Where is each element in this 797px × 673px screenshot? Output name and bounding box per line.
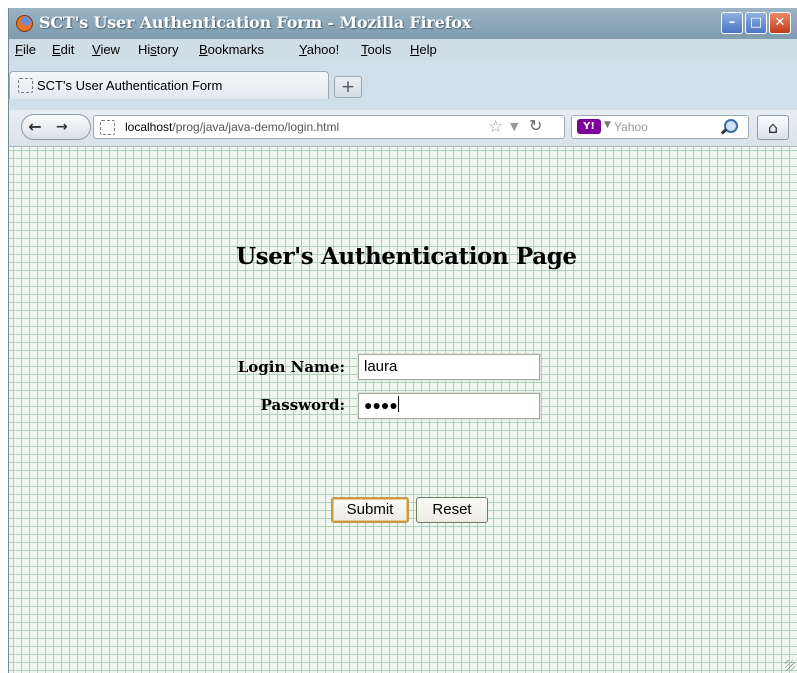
- history-dropdown-icon[interactable]: ▼: [510, 120, 518, 133]
- menu-bar: File Edit View History Bookmarks Yahoo! …: [9, 39, 797, 60]
- login-name-input[interactable]: laura: [357, 353, 541, 381]
- tab-strip: SCT's User Authentication Form +: [9, 60, 797, 110]
- search-placeholder[interactable]: Yahoo: [614, 120, 648, 134]
- url-text[interactable]: localhost/prog/java/java-demo/login.html: [125, 120, 339, 134]
- maximize-button[interactable]: □: [745, 12, 767, 34]
- yahoo-engine-icon[interactable]: Y!: [577, 119, 601, 134]
- url-bar[interactable]: localhost/prog/java/java-demo/login.html…: [93, 115, 565, 139]
- site-identity-icon[interactable]: [100, 120, 115, 135]
- menu-yahoo[interactable]: Yahoo!: [299, 42, 339, 57]
- password-input[interactable]: ●●●●: [357, 392, 541, 420]
- back-arrow-icon[interactable]: ←: [24, 116, 46, 138]
- reload-icon[interactable]: ↻: [529, 116, 542, 135]
- engine-dropdown-icon[interactable]: ▼: [604, 120, 611, 130]
- menu-history[interactable]: History: [138, 42, 178, 57]
- menu-file[interactable]: File: [15, 42, 36, 57]
- menu-view[interactable]: View: [92, 42, 120, 57]
- resize-grip[interactable]: [785, 660, 795, 670]
- menu-edit[interactable]: Edit: [52, 42, 74, 57]
- firefox-logo-icon: [16, 15, 33, 32]
- bookmark-star-icon[interactable]: ☆: [488, 117, 503, 137]
- navigation-bar: ← → localhost/prog/java/java-demo/login.…: [9, 110, 797, 147]
- menu-tools[interactable]: Tools: [361, 42, 391, 57]
- window-title: SCT's User Authentication Form - Mozilla…: [39, 13, 472, 32]
- submit-button[interactable]: Submit: [331, 497, 409, 523]
- reset-button[interactable]: Reset: [416, 497, 488, 523]
- home-button[interactable]: ⌂: [757, 115, 789, 140]
- menu-bookmarks[interactable]: Bookmarks: [199, 42, 264, 57]
- search-bar[interactable]: Y! ▼ Yahoo: [571, 115, 749, 139]
- page-heading: User's Authentication Page: [236, 243, 577, 270]
- back-forward-group: ← →: [21, 114, 91, 140]
- close-button[interactable]: ✕: [769, 12, 791, 34]
- login-name-label: Login Name:: [237, 358, 345, 376]
- title-bar[interactable]: SCT's User Authentication Form - Mozilla…: [9, 8, 797, 39]
- new-tab-button[interactable]: +: [334, 76, 362, 98]
- page-content: User's Authentication Page Login Name: l…: [9, 147, 797, 673]
- search-icon[interactable]: [724, 119, 738, 133]
- password-label: Password:: [260, 396, 345, 414]
- password-mask: ●●●●: [364, 397, 398, 413]
- forward-arrow-icon[interactable]: →: [56, 119, 68, 135]
- home-icon: ⌂: [767, 118, 779, 137]
- tab-title: SCT's User Authentication Form: [37, 78, 223, 93]
- tab-active[interactable]: SCT's User Authentication Form: [9, 71, 329, 99]
- browser-window: SCT's User Authentication Form - Mozilla…: [8, 8, 797, 673]
- page-icon: [18, 78, 33, 93]
- minimize-button[interactable]: –: [721, 12, 743, 34]
- menu-help[interactable]: Help: [410, 42, 437, 57]
- text-caret: [397, 396, 399, 412]
